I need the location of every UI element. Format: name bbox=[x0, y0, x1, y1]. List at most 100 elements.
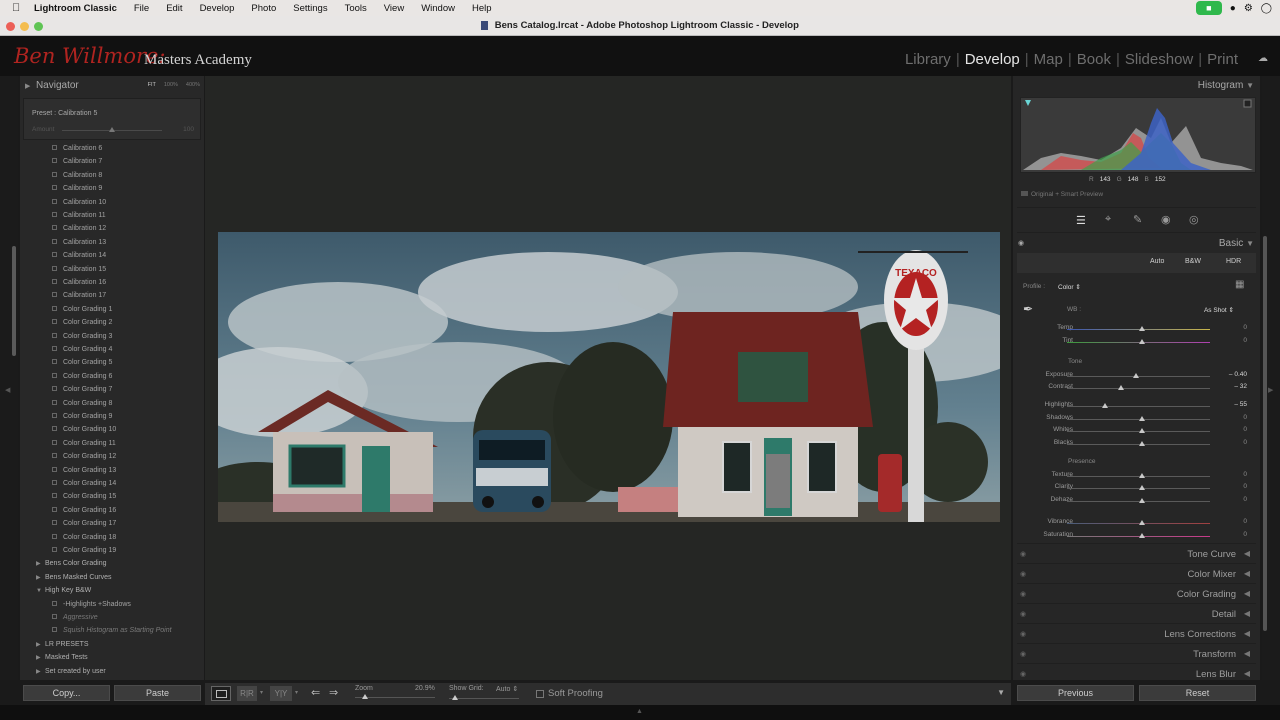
left-edge-bar[interactable]: ◀ bbox=[0, 76, 18, 680]
show-grid-value[interactable]: Auto ⇕ bbox=[496, 685, 518, 693]
wb-dropdown[interactable]: As Shot ⇕ bbox=[1204, 306, 1234, 314]
panel-tone-curve[interactable]: ◉ Tone Curve ◀ bbox=[1017, 543, 1256, 563]
prev-arrow-icon[interactable]: ⇐ bbox=[311, 686, 320, 699]
folder-expand-icon[interactable]: ▶ bbox=[36, 652, 45, 665]
panel-expand-icon[interactable]: ◀ bbox=[1244, 649, 1250, 658]
folder-collapse-icon[interactable]: ▼ bbox=[36, 585, 45, 598]
folder-expand-icon[interactable]: ▶ bbox=[36, 572, 45, 585]
panel-expand-icon[interactable]: ◀ bbox=[1244, 629, 1250, 638]
preset-item[interactable]: Calibration 12 bbox=[52, 222, 106, 235]
slider-value[interactable]: 0 bbox=[1243, 439, 1247, 446]
slider-value[interactable]: 0 bbox=[1243, 531, 1247, 538]
apple-menu-icon[interactable]:  bbox=[12, 2, 24, 14]
slider-blacks[interactable]: Blacks 0 bbox=[1013, 436, 1260, 449]
slider-highlights[interactable]: Highlights – 55 bbox=[1013, 398, 1260, 411]
slider-thumb[interactable] bbox=[1133, 373, 1139, 378]
slider-value[interactable]: – 0.40 bbox=[1229, 371, 1247, 378]
preset-folder[interactable]: ▶ Bens Color Grading bbox=[36, 557, 106, 570]
slider-value[interactable]: 0 bbox=[1243, 471, 1247, 478]
panel-expand-icon[interactable]: ◀ bbox=[1244, 589, 1250, 598]
slider-value[interactable]: – 32 bbox=[1234, 383, 1247, 390]
left-scrollbar[interactable] bbox=[12, 246, 16, 356]
clock-icon[interactable]: ◯ bbox=[1261, 3, 1272, 14]
panel-expand-icon[interactable]: ◀ bbox=[1244, 549, 1250, 558]
slider-thumb[interactable] bbox=[1139, 441, 1145, 446]
preset-item[interactable]: Color Grading 19 bbox=[52, 544, 116, 557]
amount-slider[interactable] bbox=[109, 127, 115, 132]
right-scrollbar[interactable] bbox=[1263, 236, 1267, 631]
before-after-lr-button[interactable]: R|R bbox=[237, 686, 257, 701]
panel-visibility-icon[interactable]: ◉ bbox=[1020, 590, 1026, 598]
preset-item[interactable]: Color Grading 10 bbox=[52, 423, 116, 436]
slider-thumb[interactable] bbox=[1118, 385, 1124, 390]
paste-button[interactable]: Paste bbox=[114, 685, 201, 701]
left-panel-toggle-icon[interactable]: ◀ bbox=[5, 386, 10, 394]
basic-visibility-icon[interactable]: ◉ bbox=[1018, 239, 1024, 247]
mic-icon[interactable]: ● bbox=[1230, 3, 1236, 14]
preset-item[interactable]: Calibration 7 bbox=[52, 155, 102, 168]
folder-expand-icon[interactable]: ▶ bbox=[36, 639, 45, 652]
preset-item[interactable]: Calibration 17 bbox=[52, 289, 106, 302]
zoom-100[interactable]: 100% bbox=[164, 82, 178, 88]
slider-value[interactable]: 0 bbox=[1243, 518, 1247, 525]
slider-saturation[interactable]: Saturation 0 bbox=[1013, 528, 1260, 541]
masking-icon[interactable]: ◎ bbox=[1189, 213, 1199, 226]
menu-photo[interactable]: Photo bbox=[251, 3, 276, 14]
slider-value[interactable]: 0 bbox=[1243, 426, 1247, 433]
toolbar-menu-icon[interactable]: ▼ bbox=[997, 688, 1005, 697]
basic-collapse-icon[interactable]: ▼ bbox=[1246, 239, 1254, 248]
preset-folder[interactable]: ▶ Bens Masked Curves bbox=[36, 571, 112, 584]
panel-visibility-icon[interactable]: ◉ bbox=[1020, 650, 1026, 658]
preset-folder[interactable]: ▶ Masked Tests bbox=[36, 651, 88, 664]
previous-button[interactable]: Previous bbox=[1017, 685, 1134, 701]
hdr-button[interactable]: HDR bbox=[1226, 258, 1241, 265]
preset-item[interactable]: Color Grading 11 bbox=[52, 437, 116, 450]
menu-window[interactable]: Window bbox=[421, 3, 455, 14]
panel-detail[interactable]: ◉ Detail ◀ bbox=[1017, 603, 1256, 623]
preset-item[interactable]: Color Grading 13 bbox=[52, 464, 116, 477]
panel-visibility-icon[interactable]: ◉ bbox=[1020, 570, 1026, 578]
slider-value[interactable]: 0 bbox=[1243, 483, 1247, 490]
slider-temp[interactable]: Temp 0 bbox=[1013, 321, 1260, 334]
preset-item[interactable]: Calibration 11 bbox=[52, 209, 106, 222]
zoom-window-button[interactable] bbox=[34, 22, 43, 31]
filmstrip-toggle-icon[interactable]: ▲ bbox=[636, 708, 643, 715]
slider-thumb[interactable] bbox=[1139, 533, 1145, 538]
next-arrow-icon[interactable]: ⇒ bbox=[329, 686, 338, 699]
preset-item[interactable]: Color Grading 16 bbox=[52, 504, 116, 517]
soft-proofing-checkbox[interactable] bbox=[536, 690, 544, 698]
red-eye-icon[interactable]: ◉ bbox=[1161, 213, 1171, 226]
preset-folder[interactable]: ▶ LR PRESETS bbox=[36, 638, 89, 651]
loupe-view-button[interactable] bbox=[211, 686, 231, 701]
panel-visibility-icon[interactable]: ◉ bbox=[1020, 670, 1026, 678]
menu-view[interactable]: View bbox=[384, 3, 404, 14]
module-develop[interactable]: Develop bbox=[965, 51, 1020, 68]
module-slideshow[interactable]: Slideshow bbox=[1125, 51, 1193, 68]
slider-track[interactable] bbox=[1067, 388, 1210, 389]
slider-track[interactable] bbox=[1067, 406, 1210, 407]
slider-thumb[interactable] bbox=[1139, 485, 1145, 490]
preset-item[interactable]: Calibration 9 bbox=[52, 182, 102, 195]
preset-item[interactable]: Calibration 6 bbox=[52, 142, 102, 155]
slider-thumb[interactable] bbox=[1139, 326, 1145, 331]
profile-browser-icon[interactable]: ▦ bbox=[1235, 279, 1244, 290]
minimize-window-button[interactable] bbox=[20, 22, 29, 31]
slider-vibrance[interactable]: Vibrance 0 bbox=[1013, 515, 1260, 528]
menu-app-name[interactable]: Lightroom Classic bbox=[34, 3, 117, 14]
right-panel-toggle-icon[interactable]: ▶ bbox=[1268, 386, 1273, 394]
slider-clarity[interactable]: Clarity 0 bbox=[1013, 480, 1260, 493]
slider-thumb[interactable] bbox=[1139, 416, 1145, 421]
panel-expand-icon[interactable]: ◀ bbox=[1244, 569, 1250, 578]
before-after-menu-icon[interactable]: ▾ bbox=[260, 689, 263, 696]
panel-visibility-icon[interactable]: ◉ bbox=[1020, 630, 1026, 638]
panel-color-mixer[interactable]: ◉ Color Mixer ◀ bbox=[1017, 563, 1256, 583]
histogram-collapse-icon[interactable]: ▼ bbox=[1246, 81, 1254, 90]
menu-develop[interactable]: Develop bbox=[200, 3, 235, 14]
auto-button[interactable]: Auto bbox=[1150, 258, 1164, 265]
panel-expand-icon[interactable]: ◀ bbox=[1244, 609, 1250, 618]
preset-item[interactable]: Aggressive bbox=[52, 611, 98, 624]
slider-thumb[interactable] bbox=[1139, 473, 1145, 478]
profile-dropdown[interactable]: Color ⇕ bbox=[1058, 283, 1081, 291]
wb-eyedropper-icon[interactable]: ✒ bbox=[1023, 302, 1033, 316]
navigator-header[interactable]: ▶ Navigator bbox=[25, 80, 79, 91]
